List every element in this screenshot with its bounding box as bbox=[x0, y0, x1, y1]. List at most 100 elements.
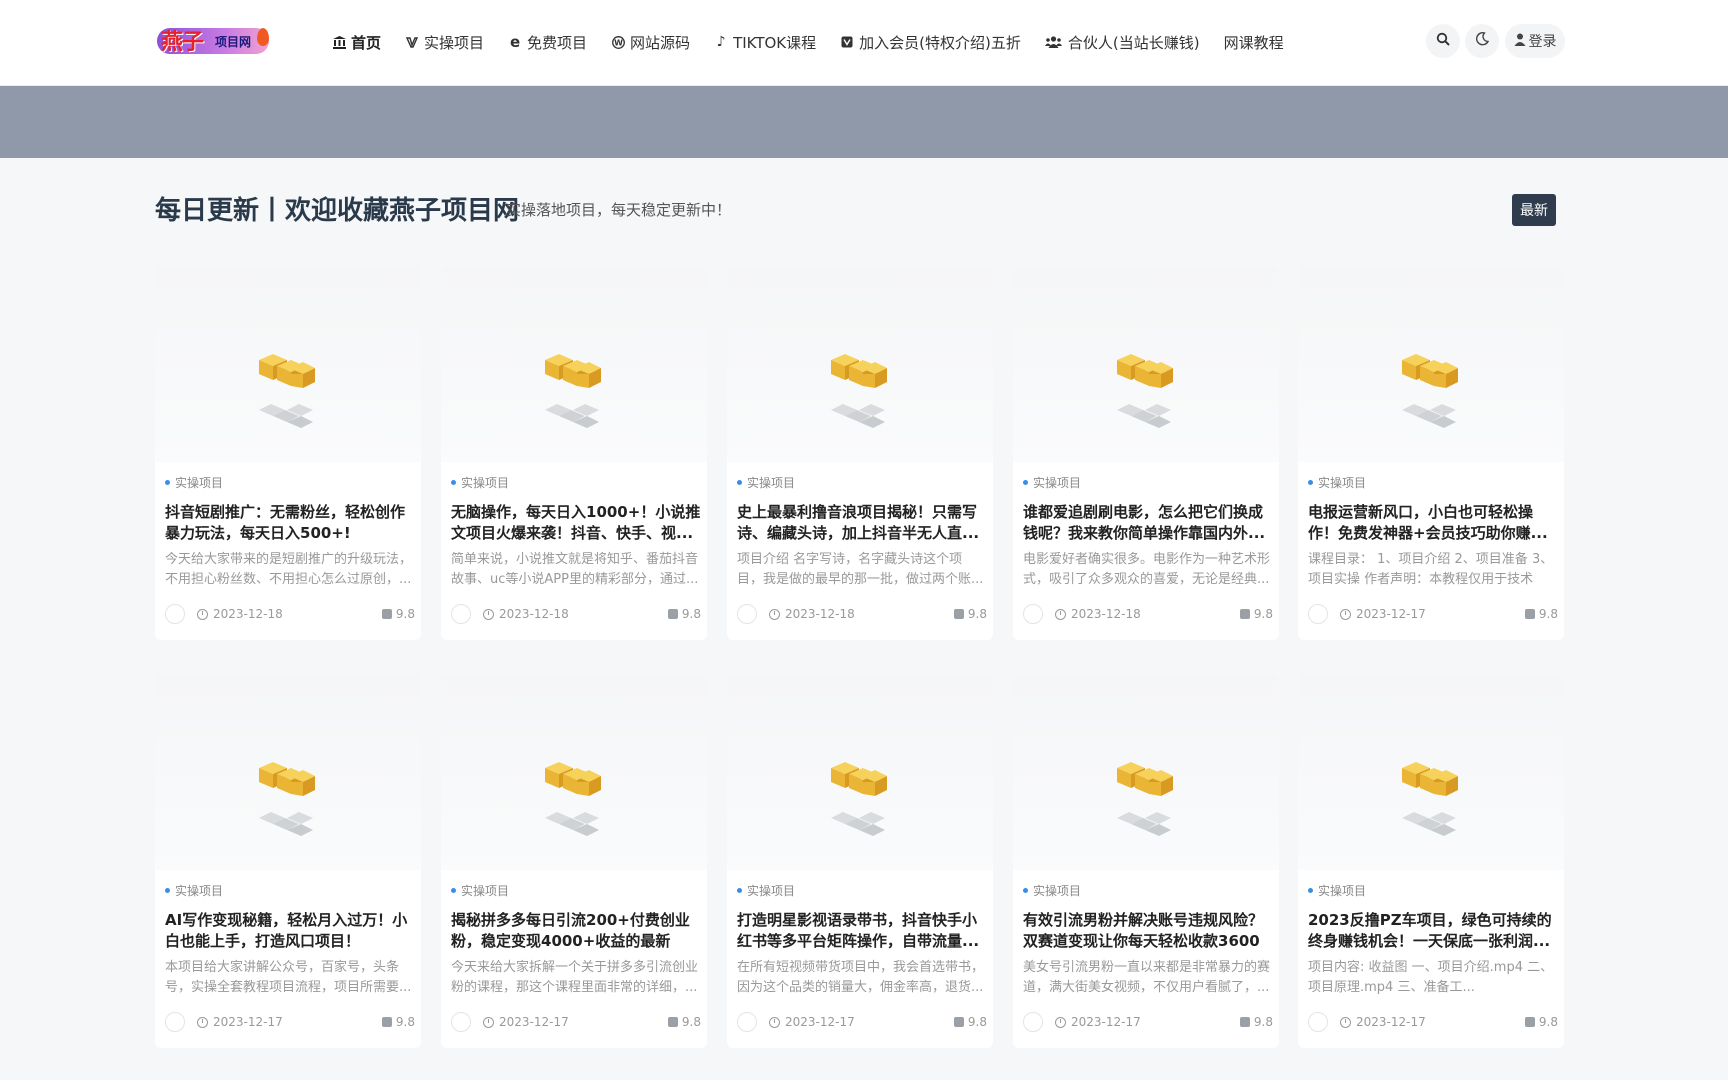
post-date: 2023-12-17 bbox=[1055, 1015, 1141, 1029]
post-card[interactable]: 实操项目 无脑操作，每天日入1000+！小说推文项目火爆来袭！抖音、快手、视..… bbox=[441, 266, 707, 640]
coin-icon bbox=[1239, 609, 1250, 619]
login-button[interactable]: 登录 bbox=[1505, 24, 1565, 58]
edge-icon: e bbox=[509, 33, 521, 51]
category-label: 实操项目 bbox=[1033, 884, 1082, 898]
theme-toggle-button[interactable] bbox=[1465, 24, 1499, 58]
post-thumbnail[interactable] bbox=[155, 674, 421, 870]
author-avatar[interactable] bbox=[1308, 1012, 1328, 1032]
post-date: 2023-12-17 bbox=[1340, 607, 1426, 621]
post-score: 9.8 bbox=[1524, 607, 1558, 621]
site-header: 燕子 项目网 首页 实操项目 e 免费项目 W 网站源码 ♪ TIKTOK课程 … bbox=[0, 0, 1728, 86]
search-button[interactable] bbox=[1426, 24, 1460, 58]
post-title[interactable]: 无脑操作，每天日入1000+！小说推文项目火爆来袭！抖音、快手、视... bbox=[451, 502, 701, 544]
post-category[interactable]: 实操项目 bbox=[737, 882, 795, 899]
author-avatar[interactable] bbox=[165, 604, 185, 624]
post-category[interactable]: 实操项目 bbox=[165, 474, 223, 491]
post-excerpt: 在所有短视频带货项目中，我会首选带书，因为这个品类的销量大，佣金率高，退货... bbox=[737, 960, 985, 995]
placeholder-blocks-icon bbox=[1402, 762, 1458, 836]
post-thumbnail[interactable] bbox=[1298, 266, 1564, 462]
post-card[interactable]: 实操项目 有效引流男粉并解决账号违规风险？双赛道变现让你每天轻松收款3600元 … bbox=[1013, 674, 1279, 1048]
sort-latest-button[interactable]: 最新 bbox=[1512, 194, 1556, 226]
post-date: 2023-12-18 bbox=[197, 607, 283, 621]
moon-icon bbox=[1475, 32, 1490, 50]
placeholder-blocks-icon bbox=[831, 762, 887, 836]
post-category[interactable]: 实操项目 bbox=[451, 474, 509, 491]
post-thumbnail[interactable] bbox=[441, 266, 707, 462]
post-category[interactable]: 实操项目 bbox=[165, 882, 223, 899]
author-avatar[interactable] bbox=[1023, 604, 1043, 624]
logo-text-sub: 项目网 bbox=[215, 35, 252, 49]
post-thumbnail[interactable] bbox=[1013, 266, 1279, 462]
post-card[interactable]: 实操项目 史上最暴利撸音浪项目揭秘！只需写诗、编藏头诗，加上抖音半无人直... … bbox=[727, 266, 993, 640]
post-score: 9.8 bbox=[1524, 1015, 1558, 1029]
nav-item-home[interactable]: 首页 bbox=[332, 32, 381, 53]
clock-icon bbox=[769, 1016, 780, 1028]
vimeo-icon bbox=[405, 35, 419, 49]
post-title[interactable]: 谁都爱追剧刷电影，怎么把它们换成钱呢？我来教你简单操作靠国内外... bbox=[1023, 502, 1273, 544]
category-dot bbox=[165, 480, 170, 485]
post-excerpt: 电影爱好者确实很多。电影作为一种艺术形式，吸引了众多观众的喜爱，无论是经典... bbox=[1023, 552, 1271, 587]
author-avatar[interactable] bbox=[451, 604, 471, 624]
post-card[interactable]: 实操项目 谁都爱追剧刷电影，怎么把它们换成钱呢？我来教你简单操作靠国内外... … bbox=[1013, 266, 1279, 640]
nav-item-free[interactable]: e 免费项目 bbox=[508, 32, 587, 53]
post-card[interactable]: 实操项目 2023反撸PZ车项目，绿色可持续的终身赚钱机会！一天保底一张利润..… bbox=[1298, 674, 1564, 1048]
post-score: 9.8 bbox=[953, 607, 987, 621]
post-thumbnail[interactable] bbox=[441, 674, 707, 870]
post-category[interactable]: 实操项目 bbox=[451, 882, 509, 899]
clock-icon bbox=[1340, 1016, 1351, 1028]
post-thumbnail[interactable] bbox=[155, 266, 421, 462]
category-dot bbox=[737, 480, 742, 485]
post-thumbnail[interactable] bbox=[1298, 674, 1564, 870]
post-title[interactable]: AI写作变现秘籍，轻松月入过万！小白也能上手，打造风口项目！ bbox=[165, 910, 415, 952]
post-meta: 2023-12-17 9.8 bbox=[165, 1012, 415, 1032]
clock-icon bbox=[483, 1016, 494, 1028]
nav-item-courses[interactable]: 网课教程 bbox=[1224, 32, 1284, 53]
placeholder-blocks-icon bbox=[1117, 354, 1173, 428]
post-title[interactable]: 电报运营新风口，小白也可轻松操作！免费发神器+会员技巧助你赚... bbox=[1308, 502, 1558, 544]
nav-item-tiktok[interactable]: ♪ TIKTOK课程 bbox=[714, 32, 817, 53]
post-score: 9.8 bbox=[1239, 607, 1273, 621]
post-thumbnail[interactable] bbox=[727, 266, 993, 462]
post-title[interactable]: 抖音短剧推广：无需粉丝，轻松创作暴力玩法，每天日入500+! bbox=[165, 502, 415, 544]
nav-item-label: 首页 bbox=[351, 33, 382, 52]
post-card[interactable]: 实操项目 打造明星影视语录带书，抖音快手小红书等多平台矩阵操作，自带流量... … bbox=[727, 674, 993, 1048]
coin-icon bbox=[667, 609, 678, 619]
post-score: 9.8 bbox=[953, 1015, 987, 1029]
post-category[interactable]: 实操项目 bbox=[1023, 474, 1081, 491]
post-score: 9.8 bbox=[667, 607, 701, 621]
author-avatar[interactable] bbox=[165, 1012, 185, 1032]
category-label: 实操项目 bbox=[1033, 476, 1082, 490]
post-title[interactable]: 有效引流男粉并解决账号违规风险？双赛道变现让你每天轻松收款3600元 bbox=[1023, 910, 1273, 952]
post-title[interactable]: 史上最暴利撸音浪项目揭秘！只需写诗、编藏头诗，加上抖音半无人直... bbox=[737, 502, 987, 544]
post-title[interactable]: 2023反撸PZ车项目，绿色可持续的终身赚钱机会！一天保底一张利润... bbox=[1308, 910, 1558, 952]
author-avatar[interactable] bbox=[1023, 1012, 1043, 1032]
post-category[interactable]: 实操项目 bbox=[737, 474, 795, 491]
nav-item-source-code[interactable]: W 网站源码 bbox=[611, 32, 690, 53]
post-card[interactable]: 实操项目 揭秘拼多多每日引流200+付费创业粉，稳定变现4000+收益的最新教.… bbox=[441, 674, 707, 1048]
post-card[interactable]: 实操项目 抖音短剧推广：无需粉丝，轻松创作暴力玩法，每天日入500+! 今天给大… bbox=[155, 266, 421, 640]
site-logo[interactable]: 燕子 项目网 bbox=[155, 22, 273, 58]
post-card[interactable]: 实操项目 AI写作变现秘籍，轻松月入过万！小白也能上手，打造风口项目！ 本项目给… bbox=[155, 674, 421, 1048]
post-category[interactable]: 实操项目 bbox=[1023, 882, 1081, 899]
post-title[interactable]: 揭秘拼多多每日引流200+付费创业粉，稳定变现4000+收益的最新教... bbox=[451, 910, 701, 952]
nav-item-practical[interactable]: 实操项目 bbox=[405, 32, 484, 53]
post-category[interactable]: 实操项目 bbox=[1308, 474, 1366, 491]
author-avatar[interactable] bbox=[1308, 604, 1328, 624]
post-card[interactable]: 实操项目 电报运营新风口，小白也可轻松操作！免费发神器+会员技巧助你赚... 课… bbox=[1298, 266, 1564, 640]
post-thumbnail[interactable] bbox=[727, 674, 993, 870]
post-date: 2023-12-18 bbox=[769, 607, 855, 621]
nav-item-membership[interactable]: 加入会员(特权介绍)五折 bbox=[840, 32, 1021, 53]
post-excerpt: 课程目录： 1、项目介绍 2、项目准备 3、项目实操 作者声明：本教程仅用于技术… bbox=[1308, 552, 1554, 587]
author-avatar[interactable] bbox=[451, 1012, 471, 1032]
post-title[interactable]: 打造明星影视语录带书，抖音快手小红书等多平台矩阵操作，自带流量... bbox=[737, 910, 987, 952]
category-dot bbox=[451, 480, 456, 485]
post-score: 9.8 bbox=[381, 607, 415, 621]
coin-icon bbox=[1239, 1017, 1250, 1027]
post-date: 2023-12-18 bbox=[483, 607, 569, 621]
author-avatar[interactable] bbox=[737, 604, 757, 624]
post-category[interactable]: 实操项目 bbox=[1308, 882, 1366, 899]
nav-item-partner[interactable]: 合伙人(当站长赚钱) bbox=[1045, 32, 1200, 53]
post-thumbnail[interactable] bbox=[1013, 674, 1279, 870]
author-avatar[interactable] bbox=[737, 1012, 757, 1032]
post-meta: 2023-12-18 9.8 bbox=[737, 604, 987, 624]
